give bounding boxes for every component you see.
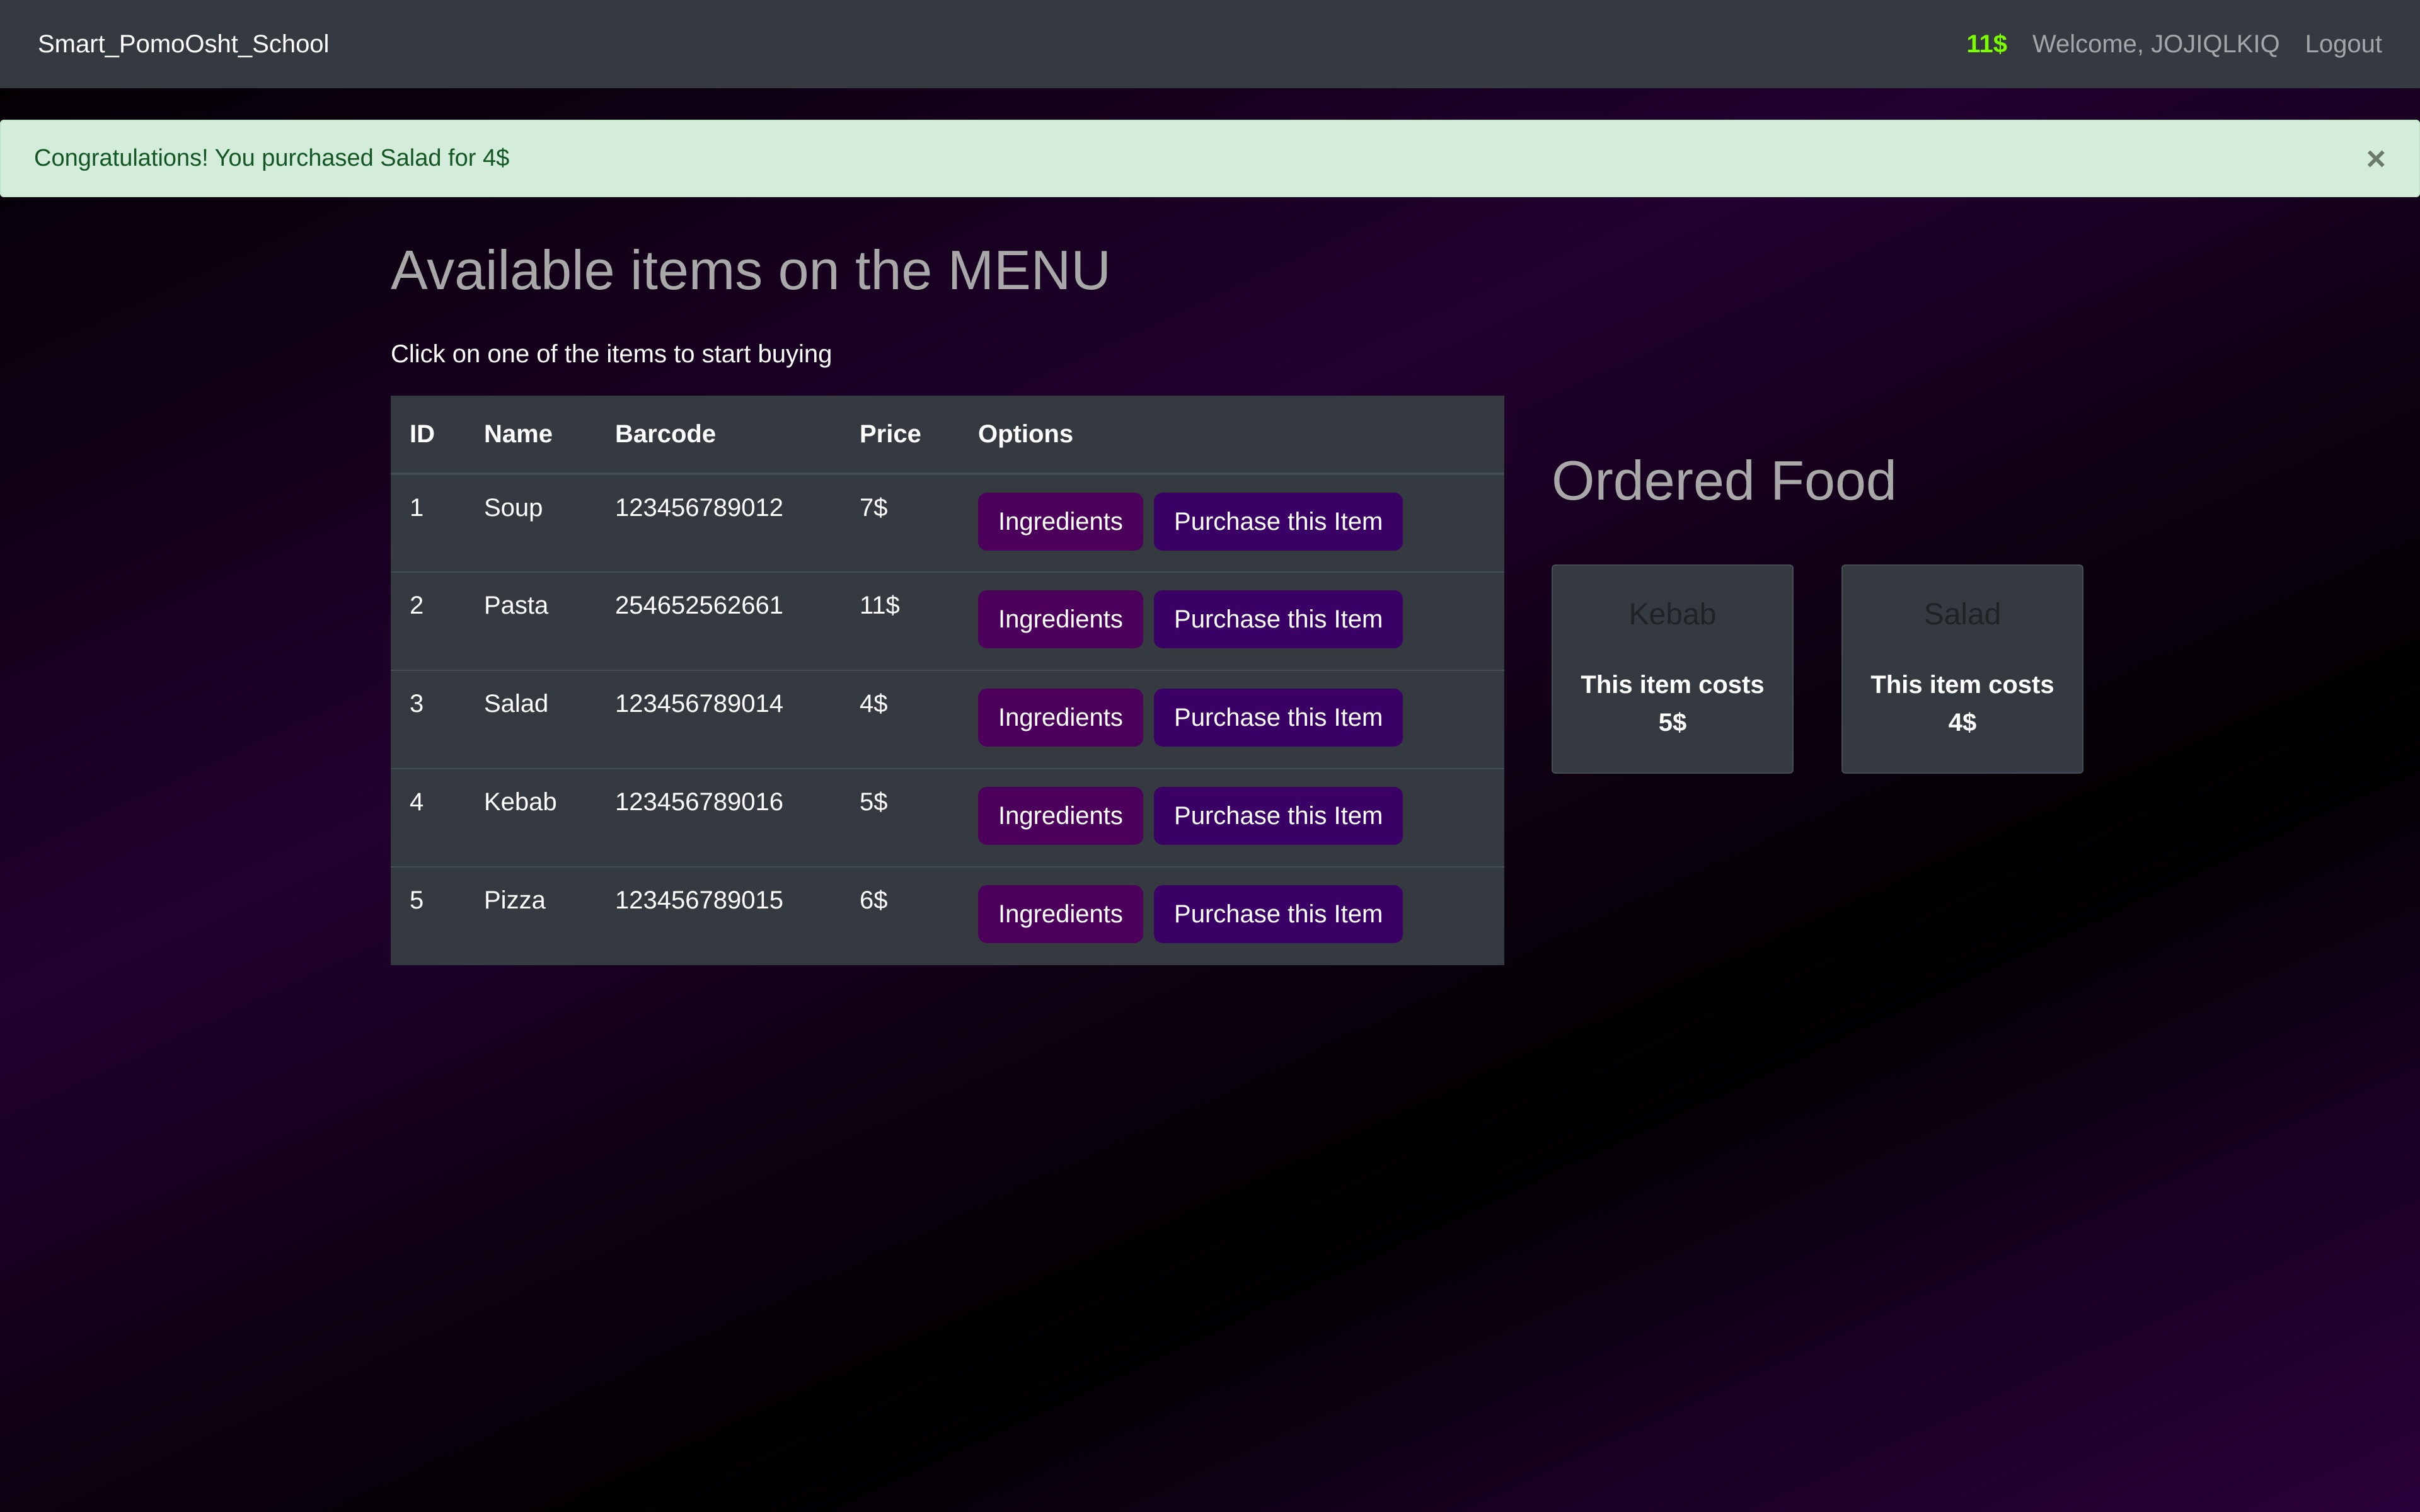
welcome-text: Welcome, JOJIQLKIQ: [2032, 30, 2280, 58]
ingredients-button[interactable]: Ingredients: [978, 590, 1143, 648]
cell-price: 6$: [841, 866, 959, 965]
table-header-row: ID Name Barcode Price Options: [391, 396, 1504, 475]
cell-options: Ingredients Purchase this Item: [959, 474, 1504, 572]
table-row: 1 Soup 123456789012 7$ Ingredients Purch…: [391, 474, 1504, 572]
cell-options: Ingredients Purchase this Item: [959, 866, 1504, 965]
header-options: Options: [959, 396, 1504, 475]
close-icon[interactable]: ×: [2366, 142, 2386, 176]
card-food-name: Kebab: [1628, 598, 1717, 631]
cell-price: 7$: [860, 494, 888, 522]
cell-price: 11$: [841, 571, 959, 670]
ordered-food-card: Salad This item costs 4$: [1841, 564, 2083, 774]
header-price: Price: [841, 396, 959, 475]
cell-options: Ingredients Purchase this Item: [959, 670, 1504, 769]
page-title: Available items on the MENU: [391, 239, 1111, 301]
brand-link[interactable]: Smart_PomoOsht_School: [38, 30, 1966, 59]
cell-name: Pasta: [465, 571, 596, 670]
page-subtitle: Click on one of the items to start buyin…: [391, 340, 833, 368]
ingredients-button[interactable]: Ingredients: [978, 493, 1143, 551]
header-name: Name: [465, 396, 596, 475]
table-row: 3 Salad 123456789014 4$ Ingredients Purc…: [391, 670, 1504, 769]
success-alert: Congratulations! You purchased Salad for…: [0, 120, 2420, 197]
cell-barcode: 123456789012: [615, 494, 783, 522]
cell-options: Ingredients Purchase this Item: [959, 768, 1504, 867]
cell-id: 5: [391, 866, 465, 965]
alert-message: Congratulations! You purchased Salad for…: [34, 145, 510, 171]
cell-barcode: 123456789016: [596, 768, 841, 867]
cell-id: 1: [410, 494, 424, 522]
cell-name: Kebab: [465, 768, 596, 867]
cell-name: Pizza: [465, 866, 596, 965]
cell-name: Salad: [465, 670, 596, 769]
purchase-button[interactable]: Purchase this Item: [1154, 493, 1403, 551]
card-food-price: This item costs 4$: [1870, 671, 2054, 736]
cell-barcode: 254652562661: [596, 571, 841, 670]
purchase-button[interactable]: Purchase this Item: [1154, 787, 1403, 845]
cell-options: Ingredients Purchase this Item: [959, 571, 1504, 670]
header-barcode: Barcode: [596, 396, 841, 475]
cell-id: 4: [391, 768, 465, 867]
cell-id: 2: [391, 571, 465, 670]
ingredients-button[interactable]: Ingredients: [978, 885, 1143, 943]
table-row: 2 Pasta 254652562661 11$ Ingredients Pur…: [391, 571, 1504, 670]
cell-barcode: 123456789014: [596, 670, 841, 769]
purchase-button[interactable]: Purchase this Item: [1154, 689, 1403, 747]
card-food-price: This item costs 5$: [1581, 671, 1765, 736]
ingredients-button[interactable]: Ingredients: [978, 689, 1143, 747]
purchase-button[interactable]: Purchase this Item: [1154, 590, 1403, 648]
navbar: Smart_PomoOsht_School 11$ Welcome, JOJIQ…: [0, 0, 2420, 88]
cell-barcode: 123456789015: [596, 866, 841, 965]
cell-price: 5$: [841, 768, 959, 867]
logout-link[interactable]: Logout: [2305, 30, 2382, 59]
card-food-name: Salad: [1923, 598, 2002, 631]
ingredients-button[interactable]: Ingredients: [978, 787, 1143, 845]
balance-badge: 11$: [1966, 30, 2007, 58]
cell-name: Soup: [484, 494, 543, 522]
table-row: 5 Pizza 123456789015 6$ Ingredients Purc…: [391, 866, 1504, 965]
ordered-food-title: Ordered Food: [1552, 449, 1897, 512]
cell-price: 4$: [841, 670, 959, 769]
purchase-button[interactable]: Purchase this Item: [1154, 885, 1403, 943]
header-id: ID: [391, 396, 465, 475]
navbar-right: 11$ Welcome, JOJIQLKIQ Logout: [1966, 30, 2382, 59]
menu-table: ID Name Barcode Price Options 1 Soup 123…: [391, 396, 1504, 965]
table-row: 4 Kebab 123456789016 5$ Ingredients Purc…: [391, 768, 1504, 867]
cell-id: 3: [391, 670, 465, 769]
ordered-food-card: Kebab This item costs 5$: [1552, 564, 1794, 774]
